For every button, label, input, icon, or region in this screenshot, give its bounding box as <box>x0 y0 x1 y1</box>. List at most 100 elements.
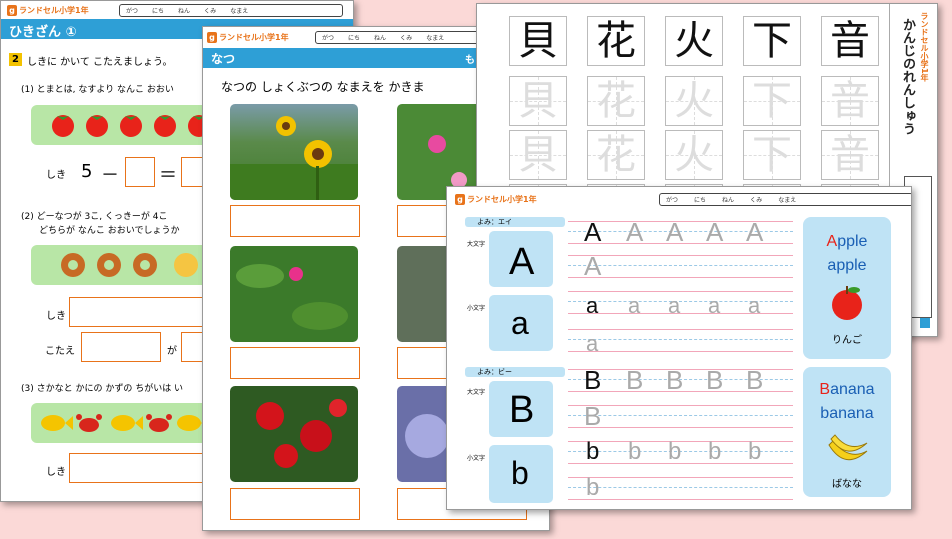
instruction-text: しきに かいて こたえましょう。 <box>27 57 173 68</box>
alphabet-worksheet[interactable]: g ランドセル小学1年 がつ にち ねん くみ なまえ よみ：エイ 大文字 A … <box>446 186 912 510</box>
trace-letter: a <box>708 293 721 318</box>
kanji-box: 花 <box>587 16 645 66</box>
shiki-label: しき <box>46 467 66 478</box>
practice-row-lower-a[interactable]: a a a a a <box>568 291 793 321</box>
kanji-page-badge <box>920 318 930 328</box>
lower-label: 小文字 <box>467 455 486 462</box>
trace-letter: A <box>746 217 764 247</box>
practice-row-lower-b[interactable]: b b b b b <box>568 438 793 471</box>
trace-letter: A <box>666 217 684 247</box>
trace-letter: B <box>706 365 724 395</box>
name-field-name: なまえ <box>426 35 445 42</box>
trace-letter: a <box>748 293 761 318</box>
kanji-trace-box[interactable]: 音 <box>821 130 879 180</box>
trace-letter: B <box>584 401 602 431</box>
name-field-name: なまえ <box>230 8 249 15</box>
kanji-trace-box[interactable]: 下 <box>743 76 801 126</box>
kanji-box: 下 <box>743 16 801 66</box>
card-word-lower: banana <box>820 405 874 422</box>
rose-icon <box>256 399 347 468</box>
trace-letter: b <box>748 438 762 465</box>
trace-letter: b <box>628 438 642 465</box>
upper-label: 大文字 <box>467 241 486 248</box>
answer-box[interactable] <box>125 157 155 187</box>
name-field-class: くみ <box>204 8 217 15</box>
kanji-trace-box[interactable]: 花 <box>587 76 645 126</box>
stroke-order-upper-a: A <box>489 231 553 287</box>
model-letter: B <box>584 365 602 395</box>
word-rest: anana <box>830 381 875 398</box>
trace-letter: A <box>626 217 644 247</box>
name-field-name: なまえ <box>778 197 797 204</box>
kanji-trace-box[interactable]: 火 <box>665 130 723 180</box>
name-field-year: ねん <box>374 35 387 42</box>
kanji-char: 花 <box>596 18 636 64</box>
kanji-box: 貝 <box>509 16 567 66</box>
leaf-flower-icon <box>236 264 348 330</box>
name-field[interactable]: がつ にち ねん くみ なまえ <box>119 4 343 17</box>
kanji-char: 貝 <box>518 18 558 64</box>
name-field-day: にち <box>152 8 165 15</box>
kanji-title: かんじのれんしゅう <box>900 18 915 135</box>
kanji-trace-box[interactable]: 貝 <box>509 130 567 180</box>
kanji-trace-box[interactable]: 火 <box>665 76 723 126</box>
rose-photo <box>230 386 358 482</box>
answer-box[interactable] <box>230 488 360 520</box>
equation-minus: － <box>101 165 119 186</box>
name-field[interactable]: がつ にち ねん くみ なまえ <box>659 193 911 206</box>
donut-icon <box>133 253 157 277</box>
page-title: ひきざん ① <box>9 25 77 40</box>
practice-row-lower-a-2[interactable]: a <box>568 329 793 359</box>
trace-letter: a <box>668 293 681 318</box>
trace-letter: a <box>628 293 641 318</box>
banana-icon <box>828 434 868 461</box>
word-initial: B <box>819 381 831 398</box>
answer-box[interactable] <box>81 332 161 362</box>
word-initial: A <box>826 233 838 250</box>
stroke-letter: a <box>511 305 529 341</box>
word-card-apple: Apple apple りんご <box>803 217 891 359</box>
ga-label: が <box>167 346 177 357</box>
brand-label: ランドセル小学1年 <box>467 195 537 204</box>
kanji-trace-box[interactable]: 貝 <box>509 76 567 126</box>
trace-letter: B <box>626 365 644 395</box>
answer-box[interactable] <box>230 205 360 237</box>
question-2-cont: どちらが なんこ おおいでしょうか <box>39 226 180 236</box>
kanji-char: 下 <box>752 18 792 64</box>
trace-letter: b <box>668 438 682 465</box>
card-word-upper: Banana <box>803 381 891 399</box>
kanji-trace-box[interactable]: 下 <box>743 130 801 180</box>
question-3: (3) さかなと かにの かずの ちがいは い <box>21 384 184 394</box>
kanji-char: 火 <box>674 18 714 64</box>
tomato-icon <box>52 115 74 137</box>
practice-row-lower-b-2[interactable]: b <box>568 475 793 507</box>
stroke-order-lower-a: a <box>489 295 553 351</box>
name-field-year: ねん <box>722 197 735 204</box>
tomato-icon <box>154 115 176 137</box>
question-1: (1) とまとは, なすより なんこ おおい <box>21 85 174 95</box>
sunflower-photo <box>230 104 358 200</box>
trace-letter: A <box>584 251 602 281</box>
instruction-text: なつの しょくぶつの なまえを かきま <box>221 80 425 94</box>
kanji-trace-box[interactable]: 花 <box>587 130 645 180</box>
name-field-month: がつ <box>126 8 139 15</box>
title-right-text: も <box>465 55 475 66</box>
page-title: なつ <box>211 52 236 66</box>
question-2: (2) どーなつが 3こ, くっきーが 4こ <box>21 212 168 222</box>
name-field-day: にち <box>694 197 707 204</box>
stroke-letter: A <box>509 241 535 283</box>
equation-number: 5 <box>81 161 93 182</box>
tomato-icon <box>86 115 108 137</box>
crab-icon <box>76 414 102 432</box>
logo-badge-icon: g <box>7 5 17 16</box>
name-field-class: くみ <box>750 197 763 204</box>
trace-letter: b <box>708 438 722 465</box>
answer-box[interactable] <box>230 347 360 379</box>
brand-logo: g ランドセル小学1年 <box>455 194 537 205</box>
practice-row-upper-a[interactable]: A A A A A <box>568 217 793 251</box>
practice-row-upper-b-2[interactable]: B <box>568 401 793 435</box>
shiki-label: しき <box>46 170 66 181</box>
practice-row-upper-a-2[interactable]: A <box>568 251 793 285</box>
practice-row-upper-b[interactable]: B B B B B <box>568 365 793 399</box>
kanji-trace-box[interactable]: 音 <box>821 76 879 126</box>
